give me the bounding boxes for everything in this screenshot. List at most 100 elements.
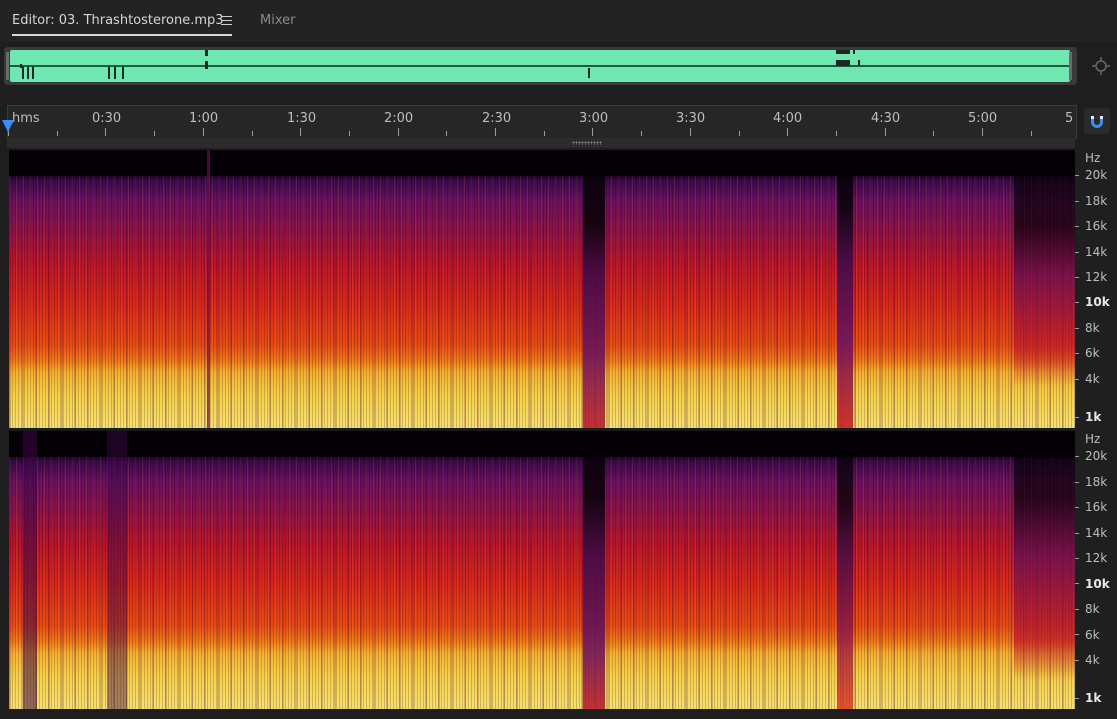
playhead-marker[interactable] [2,120,14,132]
freq-label: 4k [1085,372,1100,386]
freq-tick [1075,226,1079,227]
overview-right-handle[interactable] [1069,52,1072,80]
freq-unit-label: Hz [1085,151,1101,165]
overview-left-handle[interactable] [6,52,9,80]
audition-editor-window: Editor: 03. Thrashtosterone.mp3 Mixer hm… [0,0,1117,719]
panel-tab-bar: Editor: 03. Thrashtosterone.mp3 Mixer [0,0,1117,42]
freq-label: 18k [1085,475,1108,489]
ruler-tick [57,131,58,136]
freq-label: 20k [1085,449,1108,463]
freq-label: 6k [1085,346,1100,360]
ruler-tick [154,131,155,136]
freq-label: 12k [1085,270,1108,284]
ruler-label: 5:00 [968,111,998,126]
spectrogram-dropout [583,431,605,709]
freq-tick [1075,609,1079,610]
ruler-tick [982,128,983,136]
ruler-label: 5 [1065,111,1074,126]
ruler-tick [641,131,642,136]
freq-tick [1075,175,1079,176]
spectrogram-dropout [583,150,605,428]
ruler-label: 4:00 [773,111,803,126]
freq-label: 6k [1085,628,1100,642]
freq-label: 20k [1085,168,1108,182]
ruler-tick [105,128,106,136]
freq-tick [1075,252,1079,253]
snap-toggle-button[interactable] [1084,108,1110,134]
freq-label: 1k [1085,410,1102,424]
freq-tick [1075,533,1079,534]
splitter-grip[interactable] [572,141,602,145]
hamburger-menu-icon[interactable] [221,16,232,26]
ruler-label: 1:30 [287,111,317,126]
frequency-ruler-left[interactable] [1075,148,1117,430]
tab-mixer[interactable]: Mixer [260,13,295,29]
freq-tick [1075,660,1079,661]
ruler-tick [446,131,447,136]
ruler-label: 3:00 [579,111,609,126]
freq-tick [1075,417,1079,418]
ruler-label: 1:00 [189,111,219,126]
freq-tick [1075,379,1079,380]
spectrogram-channel-right[interactable] [9,431,1075,709]
ruler-tick [1031,131,1032,136]
ruler-tick [690,128,691,136]
freq-label: 1k [1085,691,1102,705]
spectrogram-fadeout [1014,431,1075,709]
freq-tick [1075,277,1079,278]
spectrogram-dropout [837,150,853,428]
spectrogram-dropout [837,431,853,709]
ruler-tick [203,128,204,136]
active-tab-indicator [12,34,232,36]
freq-label: 14k [1085,245,1108,259]
freq-label: 12k [1085,551,1108,565]
zoom-navigator-icon[interactable] [1091,56,1111,76]
spectrogram-texture [9,431,1075,709]
freq-label: 18k [1085,194,1108,208]
freq-label: 14k [1085,526,1108,540]
spectrogram-dropout [23,431,37,709]
freq-tick [1075,302,1079,303]
freq-tick [1075,698,1079,699]
ruler-tick [495,128,496,136]
freq-unit-label: Hz [1085,432,1101,446]
ruler-tick [885,128,886,136]
freq-tick [1075,482,1079,483]
spectrogram-silence-band [9,431,1075,457]
ruler-label-hms: hms [12,111,40,126]
freq-label: 10k [1085,295,1110,309]
spectrogram-dropout [107,431,127,709]
freq-tick [1075,634,1079,635]
spectrogram-fadeout [1014,150,1075,428]
freq-tick [1075,353,1079,354]
ruler-tick [349,131,350,136]
freq-label: 8k [1085,602,1100,616]
ruler-tick [787,128,788,136]
ruler-tick [398,128,399,136]
spectrogram-silence-band [9,150,1075,176]
freq-label: 16k [1085,500,1108,514]
ruler-tick [252,131,253,136]
ruler-label: 3:30 [676,111,706,126]
overview-waveform-graphic [10,50,1070,79]
freq-tick [1075,328,1079,329]
freq-tick [1075,456,1079,457]
freq-tick [1075,201,1079,202]
freq-label: 4k [1085,653,1100,667]
ruler-tick [836,131,837,136]
frequency-ruler-right[interactable] [1075,430,1117,712]
ruler-tick [544,131,545,136]
time-ruler[interactable] [7,105,1077,139]
freq-tick [1075,583,1079,584]
splitter-bar[interactable] [7,138,1075,148]
ruler-label: 0:30 [92,111,122,126]
freq-tick [1075,507,1079,508]
ruler-tick [300,128,301,136]
magnet-snap-icon [1091,116,1103,128]
freq-label: 16k [1085,219,1108,233]
spectrogram-channel-left[interactable] [9,150,1075,428]
tab-editor[interactable]: Editor: 03. Thrashtosterone.mp3 [12,13,224,29]
ruler-tick [933,131,934,136]
ruler-label: 2:00 [384,111,414,126]
waveform-overview[interactable] [10,50,1070,82]
